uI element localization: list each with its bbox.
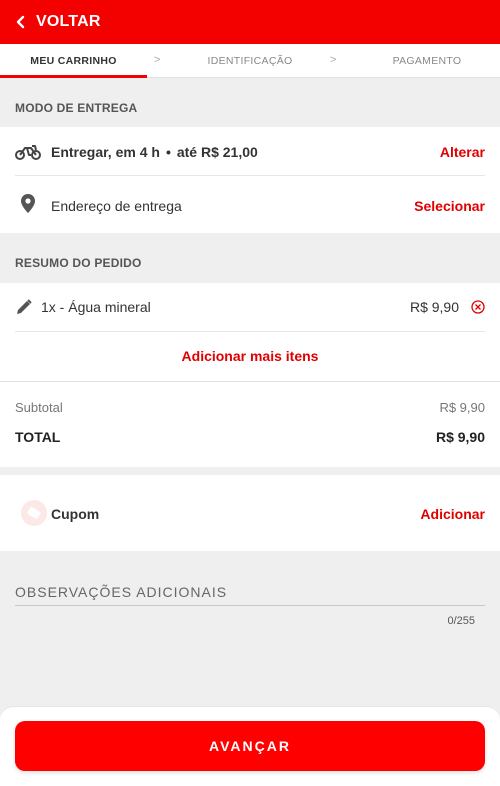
location-pin-icon bbox=[21, 194, 35, 213]
step-payment[interactable]: PAGAMENTO bbox=[354, 44, 500, 78]
subtotal-value: R$ 9,90 bbox=[439, 400, 485, 415]
subtotal-label: Subtotal bbox=[15, 400, 63, 415]
delivery-price: até R$ 21,00 bbox=[176, 144, 258, 160]
checkout-steps: MEU CARRINHO > IDENTIFICAÇÃO > PAGAMENTO bbox=[0, 44, 500, 78]
notes-char-counter: 0/255 bbox=[447, 615, 475, 627]
divider bbox=[15, 175, 485, 176]
delivery-time: Entregar, em 4 h bbox=[51, 144, 160, 160]
select-address-button[interactable]: Selecionar bbox=[414, 198, 485, 214]
step-separator: > bbox=[154, 54, 161, 66]
order-item-price: R$ 9,90 bbox=[409, 299, 459, 315]
coupon-icon bbox=[21, 500, 47, 526]
notes-input-underline[interactable] bbox=[15, 605, 485, 606]
top-bar: VOLTAR bbox=[0, 0, 500, 44]
delivery-address-row: Endereço de entrega Selecionar bbox=[0, 177, 500, 233]
step-identification[interactable]: IDENTIFICAÇÃO bbox=[176, 44, 324, 78]
order-card: 1x - Água mineral R$ 9,90 Adicionar mais… bbox=[0, 283, 500, 467]
order-item-description: 1x - Água mineral bbox=[41, 299, 151, 315]
pencil-icon[interactable] bbox=[16, 299, 32, 315]
order-item-row: 1x - Água mineral R$ 9,90 bbox=[0, 283, 500, 331]
back-button[interactable]: VOLTAR bbox=[14, 13, 101, 31]
address-label: Endereço de entrega bbox=[51, 198, 182, 214]
notes-label: OBSERVAÇÕES ADICIONAIS bbox=[15, 584, 228, 600]
delivery-mode-text: Entregar, em 4 h • até R$ 21,00 bbox=[51, 144, 258, 160]
delivery-section-title: MODO DE ENTREGA bbox=[15, 101, 138, 115]
delivery-card: Entregar, em 4 h • até R$ 21,00 Alterar En… bbox=[0, 127, 500, 233]
coupon-label: Cupom bbox=[51, 506, 100, 522]
step-cart[interactable]: MEU CARRINHO bbox=[0, 44, 147, 78]
change-delivery-button[interactable]: Alterar bbox=[440, 144, 485, 160]
bullet-separator: • bbox=[165, 144, 171, 160]
total-label: TOTAL bbox=[15, 429, 61, 445]
active-step-indicator bbox=[0, 75, 147, 78]
motorcycle-icon bbox=[15, 145, 41, 160]
remove-item-icon[interactable] bbox=[471, 300, 485, 314]
delivery-mode-row: Entregar, em 4 h • até R$ 21,00 Alterar bbox=[0, 127, 500, 177]
total-value: R$ 9,90 bbox=[435, 429, 485, 445]
order-section-title: RESUMO DO PEDIDO bbox=[15, 256, 142, 270]
back-label: VOLTAR bbox=[36, 13, 101, 30]
step-separator: > bbox=[330, 54, 337, 66]
add-coupon-button[interactable]: Adicionar bbox=[420, 506, 485, 522]
chevron-left-icon bbox=[16, 15, 25, 29]
next-button[interactable]: AVANÇAR bbox=[15, 721, 485, 771]
divider bbox=[0, 381, 500, 382]
add-more-items-button[interactable]: Adicionar mais itens bbox=[0, 331, 500, 381]
coupon-card: Cupom Adicionar bbox=[0, 475, 500, 551]
